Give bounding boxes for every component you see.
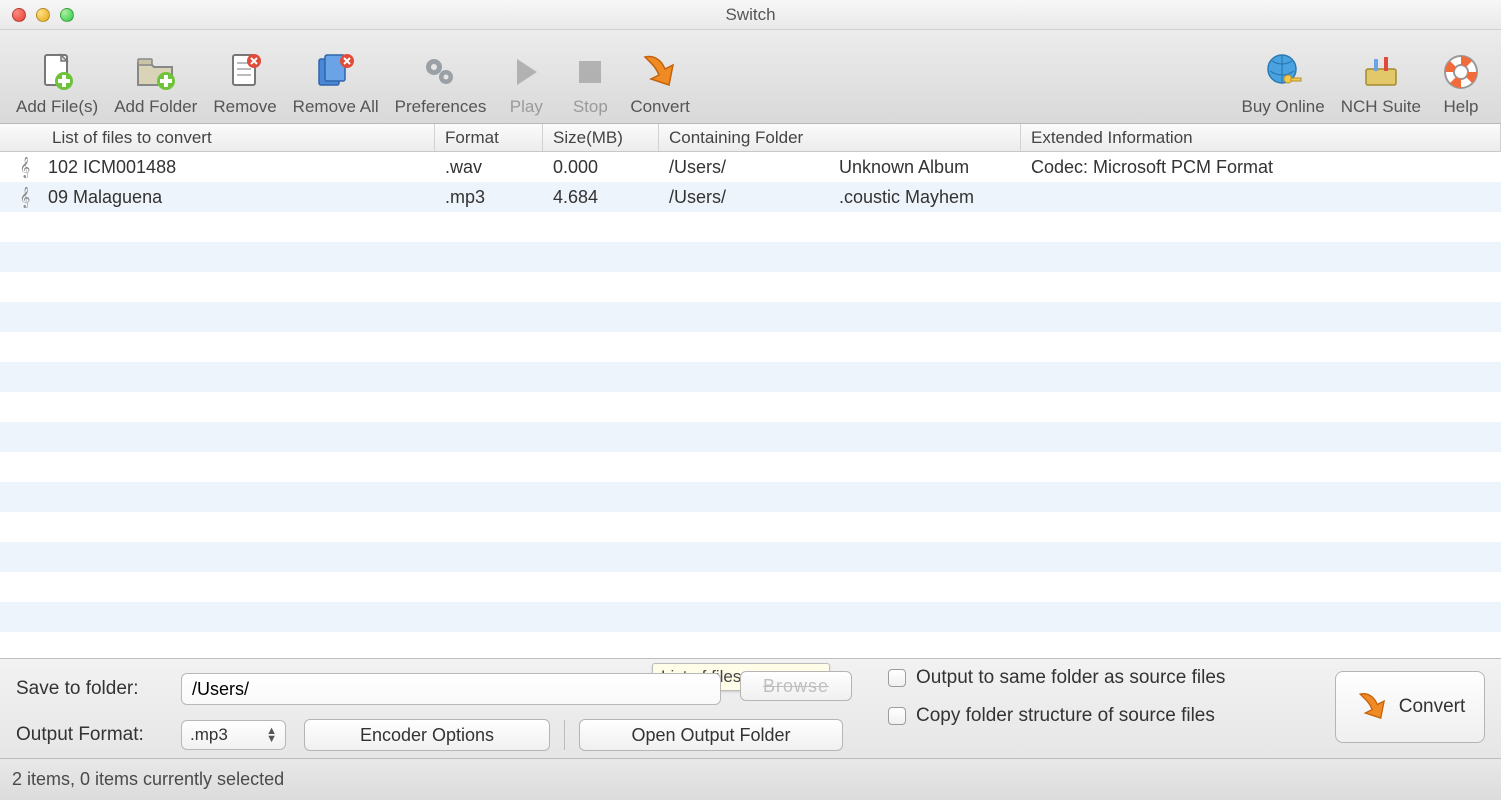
file-album: Unknown Album bbox=[829, 157, 1021, 178]
file-list[interactable]: 𝄞 102 ICM001488 .wav 0.000 /Users/ Unkno… bbox=[0, 152, 1501, 658]
gears-icon bbox=[416, 49, 464, 95]
file-format: .mp3 bbox=[435, 187, 543, 208]
buy-online-button[interactable]: Buy Online bbox=[1234, 49, 1333, 117]
toolbox-icon bbox=[1357, 49, 1405, 95]
save-to-folder-label: Save to folder: bbox=[16, 678, 181, 700]
output-format-select[interactable]: .mp3 ▲▼ bbox=[181, 720, 286, 750]
minimize-window-button[interactable] bbox=[36, 8, 50, 22]
toolbar: Add File(s) Add Folder Remove Remove All bbox=[0, 30, 1501, 124]
play-label: Play bbox=[510, 97, 543, 117]
stop-label: Stop bbox=[573, 97, 608, 117]
add-files-label: Add File(s) bbox=[16, 97, 98, 117]
stop-button[interactable]: Stop bbox=[558, 49, 622, 117]
col-size[interactable]: Size(MB) bbox=[543, 124, 659, 151]
file-name: 09 Malaguena bbox=[48, 187, 162, 208]
play-button[interactable]: Play bbox=[494, 49, 558, 117]
lifebuoy-icon bbox=[1437, 49, 1485, 95]
preferences-label: Preferences bbox=[395, 97, 487, 117]
toolbar-right: Buy Online NCH Suite Help bbox=[1234, 49, 1493, 117]
play-icon bbox=[502, 49, 550, 95]
help-label: Help bbox=[1444, 97, 1479, 117]
folder-add-icon bbox=[132, 49, 180, 95]
file-ext: Codec: Microsoft PCM Format bbox=[1021, 157, 1501, 178]
table-row[interactable]: 𝄞 102 ICM001488 .wav 0.000 /Users/ Unkno… bbox=[0, 152, 1501, 182]
browse-button[interactable]: Browse bbox=[740, 671, 852, 701]
col-folder[interactable]: Containing Folder bbox=[659, 124, 1021, 151]
remove-all-button[interactable]: Remove All bbox=[285, 49, 387, 117]
status-text: 2 items, 0 items currently selected bbox=[12, 769, 284, 790]
convert-arrow-icon bbox=[636, 49, 684, 95]
add-files-button[interactable]: Add File(s) bbox=[8, 49, 106, 117]
status-bar: 2 items, 0 items currently selected bbox=[0, 758, 1501, 800]
checkbox-icon bbox=[888, 707, 906, 725]
file-size: 4.684 bbox=[543, 187, 659, 208]
file-name: 102 ICM001488 bbox=[48, 157, 176, 178]
remove-label: Remove bbox=[213, 97, 276, 117]
file-folder: /Users/ bbox=[659, 157, 829, 178]
encoder-options-button[interactable]: Encoder Options bbox=[304, 719, 550, 751]
big-convert-button[interactable]: Convert bbox=[1335, 671, 1485, 743]
col-format[interactable]: Format bbox=[435, 124, 543, 151]
files-remove-icon bbox=[312, 49, 360, 95]
separator bbox=[564, 720, 565, 750]
nch-suite-label: NCH Suite bbox=[1341, 97, 1421, 117]
remove-all-label: Remove All bbox=[293, 97, 379, 117]
copy-folder-structure-label: Copy folder structure of source files bbox=[916, 705, 1215, 727]
zoom-window-button[interactable] bbox=[60, 8, 74, 22]
convert-label: Convert bbox=[630, 97, 690, 117]
output-same-folder-label: Output to same folder as source files bbox=[916, 667, 1225, 689]
music-note-icon: 𝄞 bbox=[10, 187, 40, 208]
bottom-panel: Browse List of files to convert Save to … bbox=[0, 658, 1501, 758]
select-arrows-icon: ▲▼ bbox=[266, 727, 277, 743]
nch-suite-button[interactable]: NCH Suite bbox=[1333, 49, 1429, 117]
file-format: .wav bbox=[435, 157, 543, 178]
checkbox-icon bbox=[888, 669, 906, 687]
file-remove-icon bbox=[221, 49, 269, 95]
convert-button[interactable]: Convert bbox=[622, 49, 698, 117]
big-convert-label: Convert bbox=[1399, 696, 1466, 718]
remove-button[interactable]: Remove bbox=[205, 49, 284, 117]
col-ext[interactable]: Extended Information bbox=[1021, 124, 1501, 151]
preferences-button[interactable]: Preferences bbox=[387, 49, 495, 117]
window-title: Switch bbox=[0, 5, 1501, 25]
file-size: 0.000 bbox=[543, 157, 659, 178]
file-album: .coustic Mayhem bbox=[829, 187, 1021, 208]
file-folder: /Users/ bbox=[659, 187, 829, 208]
output-format-label: Output Format: bbox=[16, 724, 181, 746]
toolbar-left: Add File(s) Add Folder Remove Remove All bbox=[8, 49, 698, 117]
buy-online-label: Buy Online bbox=[1242, 97, 1325, 117]
open-output-folder-button[interactable]: Open Output Folder bbox=[579, 719, 843, 751]
globe-key-icon bbox=[1259, 49, 1307, 95]
table-header: List of files to convert Format Size(MB)… bbox=[0, 124, 1501, 152]
output-same-folder-checkbox[interactable]: Output to same folder as source files bbox=[888, 667, 1225, 689]
add-folder-label: Add Folder bbox=[114, 97, 197, 117]
output-format-value: .mp3 bbox=[190, 725, 228, 745]
close-window-button[interactable] bbox=[12, 8, 26, 22]
copy-folder-structure-checkbox[interactable]: Copy folder structure of source files bbox=[888, 705, 1225, 727]
add-folder-button[interactable]: Add Folder bbox=[106, 49, 205, 117]
stop-icon bbox=[566, 49, 614, 95]
music-note-icon: 𝄞 bbox=[10, 157, 40, 178]
file-add-icon bbox=[33, 49, 81, 95]
col-file[interactable]: List of files to convert bbox=[0, 124, 435, 151]
table-row[interactable]: 𝄞 09 Malaguena .mp3 4.684 /Users/ .coust… bbox=[0, 182, 1501, 212]
save-to-folder-input[interactable] bbox=[181, 673, 721, 705]
title-bar: Switch bbox=[0, 0, 1501, 30]
help-button[interactable]: Help bbox=[1429, 49, 1493, 117]
convert-arrow-icon bbox=[1355, 689, 1391, 725]
